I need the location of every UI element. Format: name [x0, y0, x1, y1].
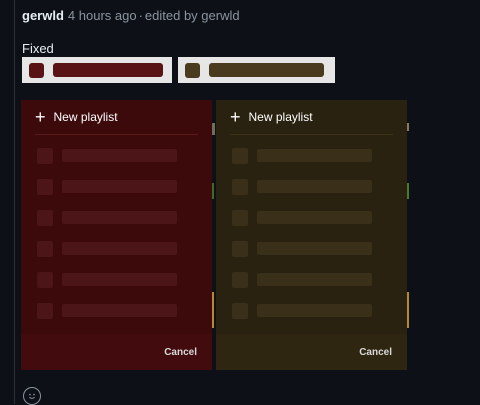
placeholder-thumb [37, 147, 53, 164]
placeholder-line [257, 211, 372, 224]
playlist-placeholder-row [21, 233, 212, 264]
placeholder-thumb [37, 178, 53, 195]
comment-author[interactable]: gerwld [22, 8, 64, 23]
playlist-placeholder-row [21, 295, 212, 326]
new-playlist-button[interactable]: + New playlist [21, 100, 212, 134]
playlist-placeholder-row [216, 264, 407, 295]
color-preview-olive [178, 57, 335, 83]
preview-square [29, 62, 44, 78]
plus-icon: + [35, 107, 46, 127]
placeholder-thumb [37, 302, 53, 319]
playlist-placeholder-row [21, 171, 212, 202]
placeholder-line [62, 304, 177, 317]
playlist-placeholder-row [216, 140, 407, 171]
comment-header: gerwld 4 hours ago · edited by gerwld [0, 0, 480, 30]
placeholder-thumb [37, 271, 53, 288]
new-playlist-label: New playlist [53, 110, 118, 124]
placeholder-thumb [37, 209, 53, 226]
placeholder-line [257, 304, 372, 317]
edited-by[interactable]: edited by gerwld [145, 8, 240, 23]
placeholder-line [257, 273, 372, 286]
playlist-placeholder-row [216, 295, 407, 326]
placeholder-line [257, 180, 372, 193]
preview-bar [53, 63, 163, 77]
placeholder-line [257, 242, 372, 255]
smiley-icon[interactable] [23, 387, 41, 405]
preview-square [185, 62, 200, 78]
placeholder-line [62, 180, 177, 193]
placeholder-thumb [232, 271, 248, 288]
color-preview-red [22, 57, 172, 83]
new-playlist-button[interactable]: + New playlist [216, 100, 407, 134]
playlist-menu-olive: + New playlist Cancel [216, 100, 407, 370]
placeholder-line [257, 149, 372, 162]
playlist-placeholder-row [21, 140, 212, 171]
placeholder-line [62, 273, 177, 286]
playlist-placeholder-row [21, 264, 212, 295]
playlist-menu-red: + New playlist Cancel [21, 100, 212, 370]
menu-footer: Cancel [21, 334, 212, 370]
plus-icon: + [230, 107, 241, 127]
cancel-button[interactable]: Cancel [359, 347, 392, 358]
placeholder-line [62, 242, 177, 255]
placeholder-thumb [232, 178, 248, 195]
playlist-placeholder-row [216, 233, 407, 264]
timeline-line [14, 0, 15, 404]
placeholder-thumb [232, 240, 248, 257]
placeholder-thumb [232, 209, 248, 226]
header-separator: · [138, 7, 143, 23]
placeholder-thumb [232, 302, 248, 319]
comment-timestamp[interactable]: 4 hours ago [68, 8, 137, 23]
placeholder-thumb [232, 147, 248, 164]
playlist-placeholder-row [21, 202, 212, 233]
comment-body-text: Fixed [22, 41, 54, 56]
placeholder-thumb [37, 240, 53, 257]
placeholder-line [62, 211, 177, 224]
placeholder-line [62, 149, 177, 162]
playlist-placeholder-row [216, 171, 407, 202]
playlist-placeholder-row [216, 202, 407, 233]
menu-footer: Cancel [216, 334, 407, 370]
smiley-icon-glyph [29, 393, 35, 399]
preview-bar [209, 63, 324, 77]
new-playlist-label: New playlist [248, 110, 313, 124]
cancel-button[interactable]: Cancel [164, 347, 197, 358]
